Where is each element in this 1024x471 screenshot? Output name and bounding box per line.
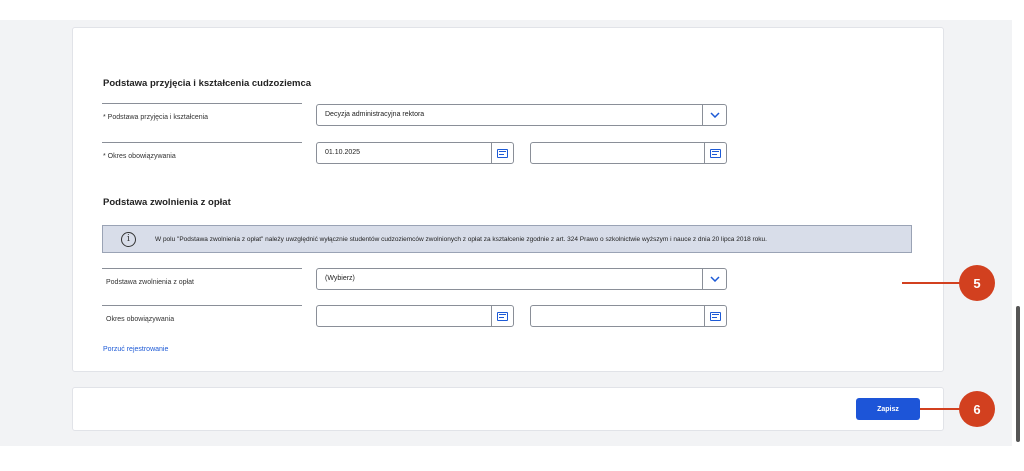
calendar-icon[interactable] bbox=[704, 143, 726, 163]
fee-exemption-value: (Wybierz) bbox=[325, 275, 355, 282]
label-divider bbox=[102, 305, 302, 306]
validity-from-value: 01.10.2025 bbox=[325, 149, 361, 156]
validity-to-date-field[interactable] bbox=[530, 142, 727, 164]
fee-exemption-select[interactable]: (Wybierz) bbox=[316, 268, 727, 290]
save-button[interactable]: Zapisz bbox=[856, 398, 920, 420]
validity-period-label: * Okres obowiązywania bbox=[103, 153, 176, 160]
section-title-admission: Podstawa przyjęcia i kształcenia cudzozi… bbox=[103, 78, 312, 89]
scrollbar-thumb[interactable] bbox=[1016, 306, 1020, 442]
callout-badge-6: 6 bbox=[959, 391, 995, 427]
calendar-icon[interactable] bbox=[491, 306, 513, 326]
admission-basis-label: * Podstawa przyjęcia i kształcenia bbox=[103, 114, 209, 121]
calendar-icon[interactable] bbox=[704, 306, 726, 326]
exemption-to-date-field[interactable] bbox=[530, 305, 727, 327]
abandon-registration-link[interactable]: Porzuć rejestrowanie bbox=[103, 346, 168, 353]
info-notice-text: W polu "Podstawa zwolnienia z opłat" nal… bbox=[155, 236, 767, 243]
info-notice: i W polu "Podstawa zwolnienia z opłat" n… bbox=[102, 225, 912, 253]
admission-basis-value: Decyzja administracyjna rektora bbox=[325, 111, 425, 118]
callout-line-6 bbox=[920, 408, 962, 410]
exemption-from-date-field[interactable] bbox=[316, 305, 514, 327]
label-divider bbox=[102, 142, 302, 143]
callout-badge-5: 5 bbox=[959, 265, 995, 301]
chevron-down-icon[interactable] bbox=[702, 269, 726, 289]
label-divider bbox=[102, 268, 302, 269]
actions-card bbox=[72, 387, 944, 431]
admission-basis-select[interactable]: Decyzja administracyjna rektora bbox=[316, 104, 727, 126]
fee-exemption-label: Podstawa zwolnienia z opłat bbox=[106, 279, 194, 286]
exemption-validity-label: Okres obowiązywania bbox=[106, 316, 175, 323]
validity-from-date-field[interactable]: 01.10.2025 bbox=[316, 142, 514, 164]
chevron-down-icon[interactable] bbox=[702, 105, 726, 125]
calendar-icon[interactable] bbox=[491, 143, 513, 163]
section-title-fee-exemption: Podstawa zwolnienia z opłat bbox=[103, 197, 231, 208]
callout-line-5 bbox=[902, 282, 962, 284]
info-icon: i bbox=[121, 232, 136, 247]
label-divider bbox=[102, 103, 302, 104]
